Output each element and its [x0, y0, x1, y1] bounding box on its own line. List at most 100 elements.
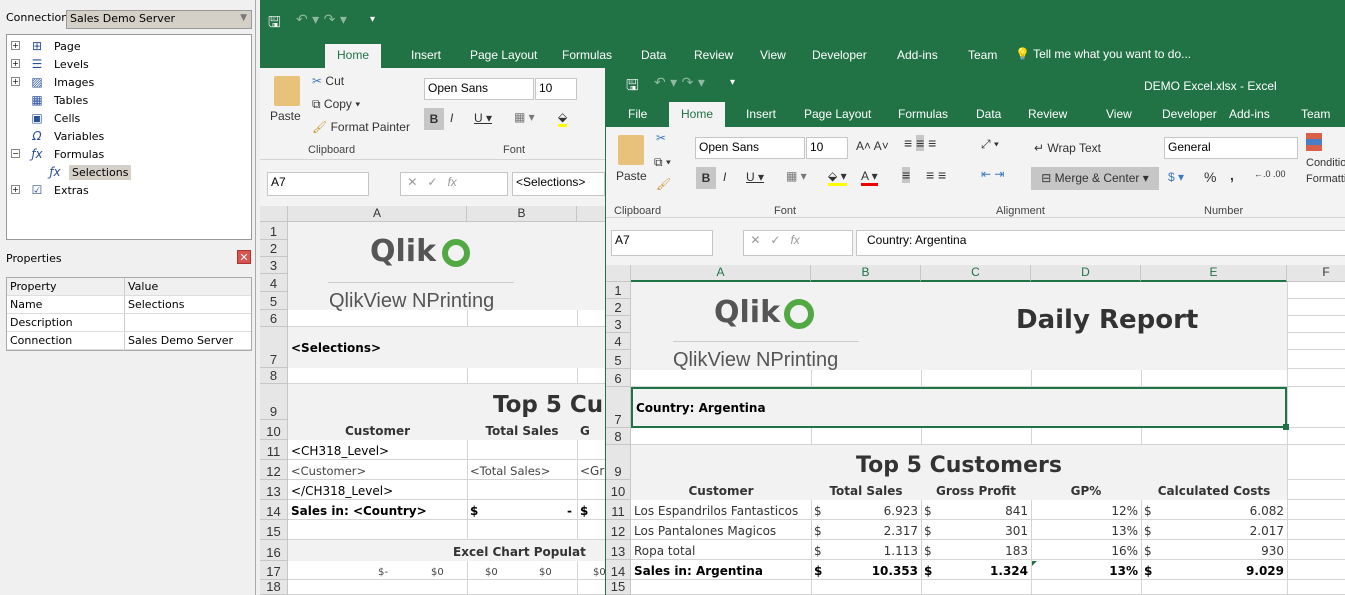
row-header-1[interactable]: 1 [260, 222, 288, 240]
close-properties-button[interactable]: ✕ [237, 250, 251, 264]
undo-icon[interactable]: ↶ ▾ ↷ ▾ [654, 75, 705, 91]
cell[interactable]: Sales in: <Country> [288, 500, 467, 520]
amount-cell[interactable]: 183 [935, 540, 1031, 560]
cell[interactable]: Total Sales [467, 420, 577, 440]
column-header-D[interactable]: D [1031, 265, 1141, 282]
italic-button[interactable]: I [450, 111, 453, 125]
customer-cell[interactable]: Los Espandrilos Fantasticos [631, 500, 811, 520]
save-icon[interactable]: 🖫 [268, 12, 281, 37]
customize-qat-icon[interactable]: ▾ [730, 77, 735, 88]
wrap-text-button[interactable]: ↵ Wrap Text [1034, 141, 1101, 155]
amount-cell[interactable]: 1.113 [825, 540, 921, 560]
template-tree[interactable]: + ⊞ Page + ☰ Levels + ▨ Images ▦ Tables ▣ Cells Ω Vari… [6, 34, 252, 240]
column-header-F[interactable]: F [1287, 265, 1345, 282]
formula-bar[interactable]: Country: Argentina [856, 230, 1345, 256]
currency-symbol[interactable]: $ [811, 540, 825, 560]
column-header-C[interactable]: C [921, 265, 1031, 282]
axis-label[interactable]: $0 [428, 561, 458, 580]
row-header-3[interactable]: 3 [606, 316, 631, 333]
expand-toggle[interactable]: − [11, 149, 20, 158]
row-header-6[interactable]: 6 [260, 310, 288, 327]
expand-toggle[interactable]: + [11, 185, 20, 194]
expand-toggle[interactable]: + [11, 41, 20, 50]
amount-cell[interactable]: 1.324 [935, 560, 1031, 580]
row-header-7[interactable]: 7 [260, 327, 288, 368]
tree-item-page[interactable]: ⊞ Page [29, 37, 84, 55]
row-header-6[interactable]: 6 [606, 369, 631, 387]
column-title[interactable]: Calculated Costs [1141, 480, 1287, 500]
row-header-11[interactable]: 11 [606, 500, 631, 520]
table-title[interactable]: Top 5 Customers [631, 445, 1287, 480]
conditional-formatting-button[interactable]: Conditional Formatting [1306, 133, 1345, 187]
cell[interactable]: $ [467, 500, 487, 520]
gp-percent-cell[interactable]: 12% [1031, 500, 1141, 520]
cell[interactable]: <Total Sales> [467, 460, 577, 480]
customer-cell[interactable]: Ropa total [631, 540, 811, 560]
row-header-10[interactable]: 10 [260, 420, 288, 440]
row-header-4[interactable]: 4 [260, 274, 288, 292]
save-icon[interactable]: 🖫 [626, 75, 639, 100]
amount-cell[interactable]: 9.029 [1155, 560, 1287, 580]
amount-cell[interactable]: 10.353 [825, 560, 921, 580]
underline-button[interactable]: U ▾ [746, 170, 764, 184]
align-center-icon[interactable]: ≡ ≡ [926, 167, 946, 183]
row-header-3[interactable]: 3 [260, 257, 288, 274]
undo-icon[interactable]: ↶ ▾ ↷ ▾ [296, 12, 347, 28]
cut-icon[interactable]: ✂ [656, 131, 666, 145]
name-box[interactable]: A7 [611, 230, 713, 256]
cell[interactable]: Customer [288, 420, 467, 440]
ribbon-tab-home[interactable]: Home [669, 102, 726, 127]
ribbon-tab-data[interactable]: Data [629, 44, 678, 68]
row-header-10[interactable]: 10 [606, 480, 631, 500]
font-name-select[interactable]: Open Sans [695, 137, 805, 159]
ribbon-tab-add-ins[interactable]: Add-ins [885, 44, 950, 68]
borders-button[interactable]: ▦ ▾ [786, 169, 807, 183]
ribbon-tab-insert[interactable]: Insert [734, 102, 788, 127]
ribbon-tab-home[interactable]: Home [325, 44, 382, 68]
tree-item-selections[interactable]: ƒx Selections [47, 163, 132, 181]
font-name-select[interactable]: Open Sans [424, 78, 534, 100]
format-painter-button[interactable]: 🖌 Format Painter [312, 120, 410, 134]
accounting-format-icon[interactable]: $ ▾ [1168, 170, 1184, 184]
paste-button[interactable]: Paste [616, 169, 647, 183]
align-top-icon[interactable]: ≡ ≡ ≡ [904, 135, 936, 151]
row-header-14[interactable]: 14 [260, 500, 288, 520]
currency-symbol[interactable]: $ [1141, 560, 1155, 580]
fill-color-button[interactable]: ⬙ ▾ [828, 169, 847, 186]
row-header-15[interactable]: 15 [606, 579, 631, 595]
cell[interactable]: - [550, 500, 575, 520]
row-header-9[interactable]: 9 [606, 445, 631, 480]
currency-symbol[interactable]: $ [921, 520, 935, 540]
row-header-8[interactable]: 8 [606, 428, 631, 445]
column-title[interactable]: GP% [1031, 480, 1141, 500]
row-header-16[interactable]: 16 [260, 540, 288, 561]
ribbon-tab-team[interactable]: Team [956, 44, 1009, 68]
currency-symbol[interactable]: $ [921, 540, 935, 560]
tree-item-images[interactable]: ▨ Images [29, 73, 97, 91]
amount-cell[interactable]: 841 [935, 500, 1031, 520]
amount-cell[interactable]: 2.017 [1155, 520, 1287, 540]
ribbon-tab-review[interactable]: Review [1016, 102, 1079, 127]
paste-icon[interactable] [274, 76, 300, 106]
ribbon-tab-page-layout[interactable]: Page Layout [458, 44, 549, 68]
amount-cell[interactable]: 6.923 [825, 500, 921, 520]
amount-cell[interactable]: 6.082 [1155, 500, 1287, 520]
currency-symbol[interactable]: $ [921, 560, 935, 580]
ribbon-tab-view[interactable]: View [748, 44, 798, 68]
number-format-select[interactable]: General [1164, 137, 1298, 159]
row-header-5[interactable]: 5 [606, 350, 631, 369]
back-worksheet-grid[interactable]: A B 1 2 3 4 5 6 7 8 9 10 11 12 13 14 15 16 17 18 Qlik QlikVie… [260, 206, 661, 595]
row-header-2[interactable]: 2 [260, 240, 288, 257]
formula-buttons[interactable]: ✕ ✓ fx [400, 172, 508, 196]
formula-bar[interactable]: <Selections> [512, 172, 605, 196]
column-header-B[interactable]: B [811, 265, 921, 282]
format-painter-icon[interactable]: 🖌 [656, 177, 671, 191]
property-row[interactable]: Property Value [7, 278, 251, 296]
column-header-A[interactable]: A [288, 206, 467, 222]
front-worksheet-grid[interactable]: A B C D E F 1 2 3 4 5 6 7 8 9 10 11 12 13 14 15 Qlik QlikView … [606, 265, 1345, 595]
column-title[interactable]: Total Sales [811, 480, 921, 500]
ribbon-tab-formulas[interactable]: Formulas [550, 44, 624, 68]
cell[interactable]: <Selections> [288, 327, 488, 368]
column-title[interactable]: Customer [631, 480, 811, 500]
row-header-14[interactable]: 14 [606, 560, 631, 580]
